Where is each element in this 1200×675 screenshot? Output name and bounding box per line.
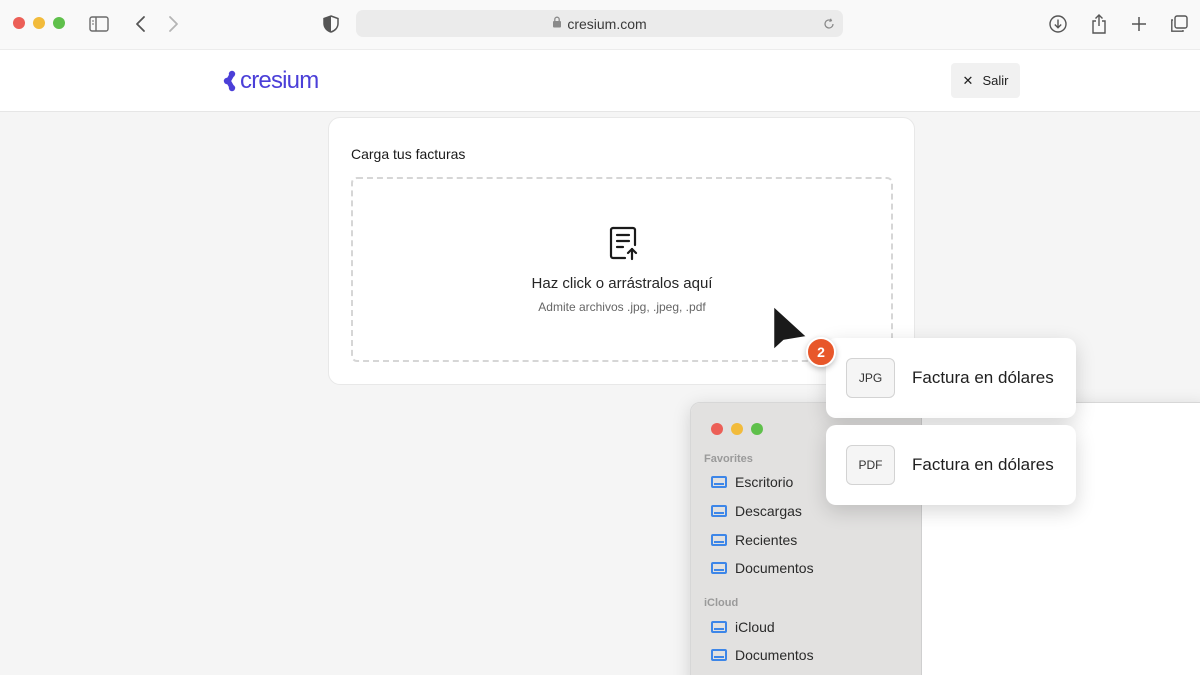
sidebar-item-label: Recientes	[735, 532, 798, 548]
site-header: cresium ✕ Salir	[0, 50, 1200, 112]
sidebar-item-label: iCloud	[735, 619, 775, 635]
folder-icon	[711, 534, 727, 546]
reload-icon[interactable]	[819, 14, 839, 34]
lock-icon	[552, 16, 562, 31]
forward-icon[interactable]	[162, 13, 184, 35]
exit-label: Salir	[982, 73, 1009, 88]
minimize-window-button[interactable]	[33, 17, 45, 29]
dropzone-instruction: Haz click o arrástralos aquí	[531, 275, 713, 292]
downloads-icon[interactable]	[1047, 13, 1069, 35]
finder-minimize-button[interactable]	[731, 423, 743, 435]
maximize-window-button[interactable]	[53, 17, 65, 29]
icloud-section-label: iCloud	[704, 597, 739, 609]
file-name: Factura en dólares	[912, 368, 1054, 387]
sidebar-item-label: Documentos	[735, 647, 814, 663]
folder-icon	[711, 562, 727, 574]
finder-maximize-button[interactable]	[751, 423, 763, 435]
sidebar-item-icloud[interactable]: iCloud	[711, 617, 775, 637]
browser-toolbar: cresium.com	[0, 0, 1200, 50]
folder-icon	[711, 649, 727, 661]
url-text: cresium.com	[567, 15, 647, 32]
step-number-badge: 2	[806, 337, 836, 367]
exit-button[interactable]: ✕ Salir	[951, 63, 1020, 98]
sidebar-item-descargas[interactable]: Descargas	[711, 501, 802, 521]
file-item-jpg[interactable]: JPG Factura en dólares	[826, 338, 1076, 418]
sidebar-item-label: Escritorio	[735, 474, 794, 490]
sidebar-item-documentos[interactable]: Documentos	[711, 558, 814, 578]
back-icon[interactable]	[130, 13, 152, 35]
cresium-logo-icon	[223, 70, 236, 92]
tab-overview-icon[interactable]	[1168, 13, 1190, 35]
document-upload-icon	[609, 226, 638, 261]
sidebar-item-icloud-documentos[interactable]: Documentos	[711, 645, 814, 665]
sidebar-toggle-icon[interactable]	[88, 13, 110, 35]
close-window-button[interactable]	[13, 17, 25, 29]
address-bar[interactable]: cresium.com	[356, 10, 843, 37]
cresium-logo[interactable]: cresium	[223, 67, 319, 95]
file-type-badge: PDF	[846, 445, 895, 485]
privacy-shield-icon[interactable]	[320, 13, 342, 35]
file-name: Factura en dólares	[912, 455, 1054, 474]
sidebar-item-recientes[interactable]: Recientes	[711, 530, 797, 550]
close-icon: ✕	[962, 72, 974, 88]
logo-text: cresium	[240, 67, 319, 94]
upload-title: Carga tus facturas	[351, 146, 466, 162]
cloud-folder-icon	[711, 621, 727, 633]
sidebar-item-escritorio[interactable]: Escritorio	[711, 472, 793, 492]
share-icon[interactable]	[1088, 13, 1110, 35]
new-tab-icon[interactable]	[1128, 13, 1150, 35]
sidebar-item-label: Documentos	[735, 560, 814, 576]
folder-icon	[711, 505, 727, 517]
folder-icon	[711, 476, 727, 488]
file-type-badge: JPG	[846, 358, 895, 398]
finder-close-button[interactable]	[711, 423, 723, 435]
file-item-pdf[interactable]: PDF Factura en dólares	[826, 425, 1076, 505]
sidebar-item-label: Descargas	[735, 503, 802, 519]
favorites-section-label: Favorites	[704, 453, 753, 465]
